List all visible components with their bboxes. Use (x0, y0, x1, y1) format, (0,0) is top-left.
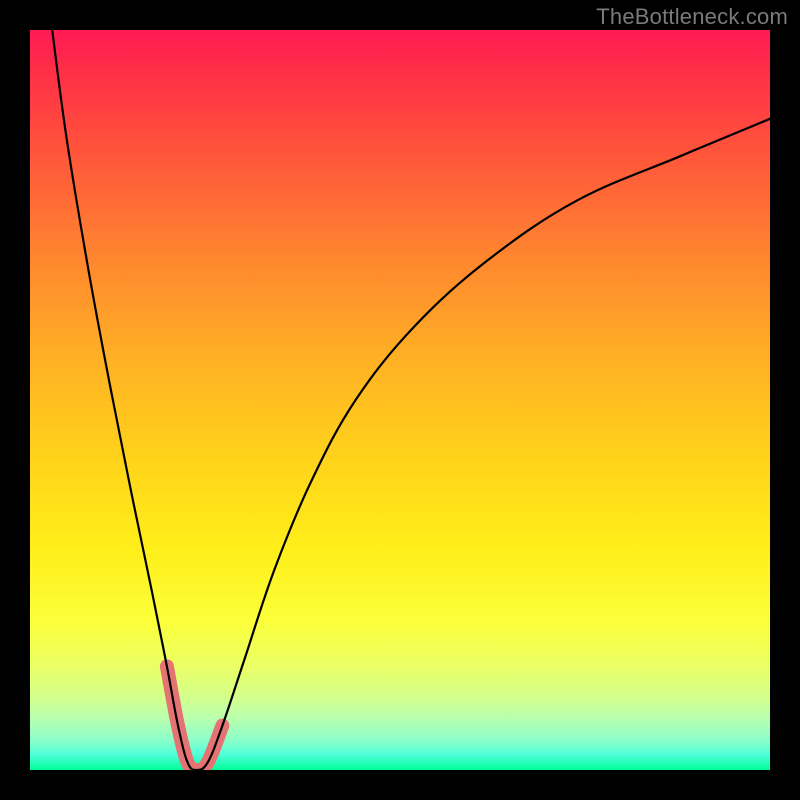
bottleneck-curve (52, 30, 770, 770)
highlight-band (167, 666, 223, 770)
chart-frame: TheBottleneck.com (0, 0, 800, 800)
watermark-text: TheBottleneck.com (596, 4, 788, 30)
curve-layer (30, 30, 770, 770)
plot-area (30, 30, 770, 770)
